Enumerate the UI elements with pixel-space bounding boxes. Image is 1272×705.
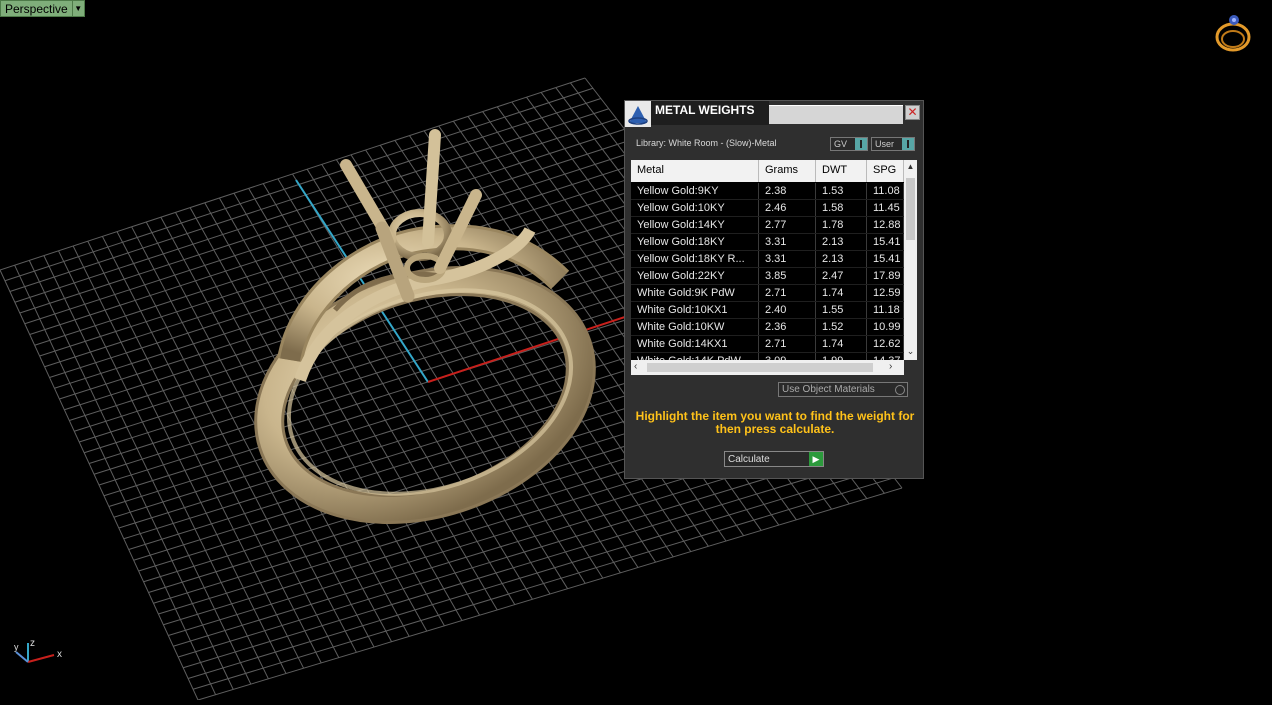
viewport-label[interactable]: Perspective ▼ [0, 0, 85, 17]
instruction-text: Highlight the item you want to find the … [635, 409, 915, 436]
gv-toggle-label: GV [834, 139, 848, 149]
cell-metal: Yellow Gold:10KY [631, 200, 759, 216]
cell-grams: 2.36 [759, 319, 816, 335]
panel-title: METAL WEIGHTS [651, 101, 769, 125]
table-row[interactable]: White Gold:9K PdW 2.71 1.74 12.59 [631, 285, 904, 302]
gizmo-x-label: x [57, 649, 62, 660]
table-row[interactable]: Yellow Gold:18KY 3.31 2.13 15.41 [631, 234, 904, 251]
cell-spg: 11.18 [867, 302, 904, 318]
cell-metal: White Gold:10KW [631, 319, 759, 335]
scroll-down-icon[interactable]: ⌄ [904, 346, 917, 356]
cell-dwt: 2.13 [816, 251, 867, 267]
table-row[interactable]: White Gold:10KW 2.36 1.52 10.99 [631, 319, 904, 336]
cell-grams: 2.71 [759, 285, 816, 301]
calculate-button[interactable]: Calculate ▶ [724, 451, 824, 467]
cell-spg: 12.62 [867, 336, 904, 352]
title-strip [769, 105, 903, 124]
cell-spg: 11.45 [867, 200, 904, 216]
table-body: Yellow Gold:9KY 2.38 1.53 11.08 Yellow Gold:… [631, 183, 904, 370]
user-toggle[interactable]: User [871, 137, 915, 151]
horizontal-scroll-thumb[interactable] [647, 363, 873, 372]
play-arrow-icon[interactable]: ▶ [809, 452, 823, 466]
column-header-metal[interactable]: Metal [631, 160, 759, 182]
cell-grams: 3.31 [759, 234, 816, 250]
gizmo-z-label: z [30, 638, 35, 649]
app-logo-icon [625, 101, 651, 127]
cell-dwt: 1.74 [816, 336, 867, 352]
scroll-up-icon[interactable]: ▲ [904, 162, 917, 172]
cell-spg: 12.59 [867, 285, 904, 301]
cell-dwt: 1.58 [816, 200, 867, 216]
panel-titlebar[interactable]: METAL WEIGHTS ✕ [625, 101, 923, 127]
cell-dwt: 1.55 [816, 302, 867, 318]
cell-dwt: 1.53 [816, 183, 867, 199]
cell-metal: Yellow Gold:22KY [631, 268, 759, 284]
table-row[interactable]: Yellow Gold:18KY R... 3.31 2.13 15.41 [631, 251, 904, 268]
scroll-right-icon[interactable]: › [889, 361, 892, 372]
metal-table[interactable]: Metal Grams DWT SPG Yellow Gold:9KY 2.38 1… [631, 160, 917, 375]
cell-metal: White Gold:14KX1 [631, 336, 759, 352]
cell-spg: 11.08 [867, 183, 904, 199]
cell-grams: 2.77 [759, 217, 816, 233]
gizmo-y-label: y [14, 642, 19, 652]
cell-grams: 2.40 [759, 302, 816, 318]
cell-dwt: 1.74 [816, 285, 867, 301]
calculate-label: Calculate [728, 453, 770, 465]
cell-metal: Yellow Gold:9KY [631, 183, 759, 199]
ring-logo-icon[interactable] [1215, 15, 1251, 52]
cell-dwt: 2.13 [816, 234, 867, 250]
table-header: Metal Grams DWT SPG [631, 160, 904, 182]
column-header-grams[interactable]: Grams [759, 160, 816, 182]
cell-spg: 10.99 [867, 319, 904, 335]
cell-grams: 2.71 [759, 336, 816, 352]
vertical-scroll-thumb[interactable] [906, 178, 915, 240]
cell-grams: 2.46 [759, 200, 816, 216]
horizontal-scrollbar[interactable]: ‹ › [631, 360, 904, 375]
metal-weights-panel: METAL WEIGHTS ✕ Library: White Room - (S… [624, 100, 924, 479]
gv-toggle[interactable]: GV [830, 137, 868, 151]
axis-gizmo: z x y [14, 638, 62, 663]
use-object-materials-label: Use Object Materials [782, 384, 875, 395]
cell-metal: Yellow Gold:14KY [631, 217, 759, 233]
column-header-dwt[interactable]: DWT [816, 160, 867, 182]
radio-circle-icon[interactable] [895, 384, 905, 395]
cell-spg: 15.41 [867, 251, 904, 267]
cell-dwt: 2.47 [816, 268, 867, 284]
cell-spg: 12.88 [867, 217, 904, 233]
user-toggle-label: User [875, 139, 895, 149]
table-row[interactable]: Yellow Gold:9KY 2.38 1.53 11.08 [631, 183, 904, 200]
cell-metal: Yellow Gold:18KY R... [631, 251, 759, 267]
cell-grams: 3.31 [759, 251, 816, 267]
table-row[interactable]: Yellow Gold:10KY 2.46 1.58 11.45 [631, 200, 904, 217]
cell-dwt: 1.78 [816, 217, 867, 233]
viewport-label-text: Perspective [5, 1, 68, 16]
user-toggle-knob[interactable] [902, 138, 914, 150]
vertical-scrollbar[interactable]: ▲ ⌄ [904, 160, 917, 360]
table-row[interactable]: Yellow Gold:14KY 2.77 1.78 12.88 [631, 217, 904, 234]
viewport-menu-dropdown-icon[interactable]: ▼ [71, 1, 84, 16]
cell-metal: Yellow Gold:18KY [631, 234, 759, 250]
cell-grams: 2.38 [759, 183, 816, 199]
table-row[interactable]: Yellow Gold:22KY 3.85 2.47 17.89 [631, 268, 904, 285]
table-row[interactable]: White Gold:10KX1 2.40 1.55 11.18 [631, 302, 904, 319]
cell-grams: 3.85 [759, 268, 816, 284]
column-header-spg[interactable]: SPG [867, 160, 904, 182]
cell-metal: White Gold:10KX1 [631, 302, 759, 318]
close-button[interactable]: ✕ [905, 105, 920, 120]
cell-spg: 15.41 [867, 234, 904, 250]
cell-dwt: 1.52 [816, 319, 867, 335]
cell-spg: 17.89 [867, 268, 904, 284]
library-label: Library: White Room - (Slow)-Metal [636, 138, 777, 148]
use-object-materials-toggle[interactable]: Use Object Materials [778, 382, 908, 397]
table-row[interactable]: White Gold:14KX1 2.71 1.74 12.62 [631, 336, 904, 353]
cell-metal: White Gold:9K PdW [631, 285, 759, 301]
gv-toggle-knob[interactable] [855, 138, 867, 150]
scroll-left-icon[interactable]: ‹ [634, 361, 637, 372]
